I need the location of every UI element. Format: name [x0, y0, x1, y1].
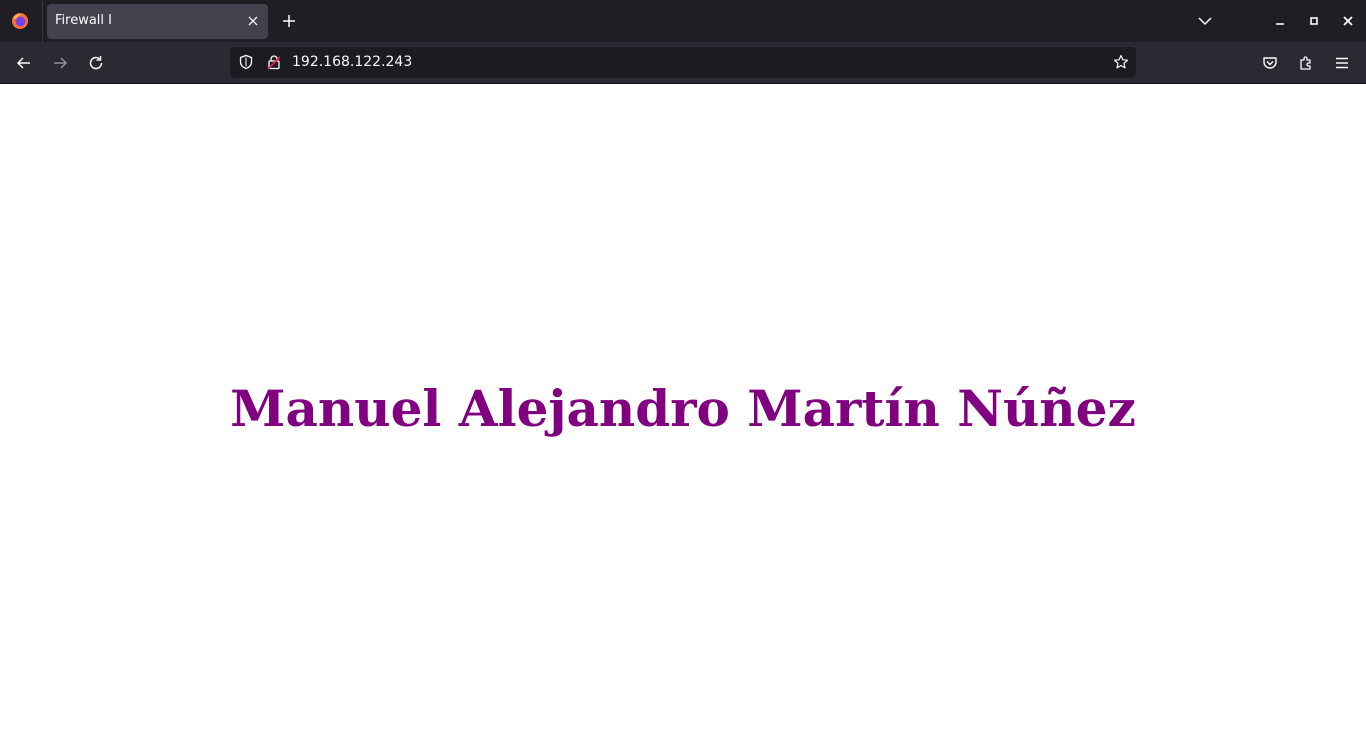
tab-separator: [42, 0, 43, 42]
hamburger-menu-icon[interactable]: [1333, 54, 1351, 72]
tab-firewall[interactable]: Firewall I: [47, 4, 268, 39]
firefox-logo-icon[interactable]: [11, 12, 29, 30]
tab-strip: Firewall I: [0, 0, 1366, 42]
page-heading: Manuel Alejandro Martín Núñez: [230, 379, 1136, 438]
url-bar[interactable]: 192.168.122.243: [230, 47, 1136, 78]
back-arrow-icon[interactable]: [15, 54, 33, 72]
url-text[interactable]: 192.168.122.243: [292, 54, 412, 70]
pocket-icon[interactable]: [1261, 54, 1279, 72]
minimize-icon[interactable]: [1272, 13, 1288, 29]
page-content: Manuel Alejandro Martín Núñez: [0, 84, 1366, 729]
insecure-lock-icon[interactable]: [266, 54, 282, 70]
shield-icon[interactable]: [238, 54, 254, 70]
maximize-icon[interactable]: [1306, 13, 1322, 29]
extensions-icon[interactable]: [1297, 54, 1315, 72]
forward-arrow-icon[interactable]: [51, 54, 69, 72]
plus-icon[interactable]: [281, 13, 297, 29]
star-icon[interactable]: [1113, 54, 1129, 70]
close-icon[interactable]: [246, 14, 260, 28]
tab-title: Firewall I: [55, 13, 112, 28]
close-window-icon[interactable]: [1340, 13, 1356, 29]
reload-icon[interactable]: [87, 54, 105, 72]
navigation-bar: 192.168.122.243: [0, 42, 1366, 84]
chevron-down-icon[interactable]: [1197, 13, 1213, 29]
